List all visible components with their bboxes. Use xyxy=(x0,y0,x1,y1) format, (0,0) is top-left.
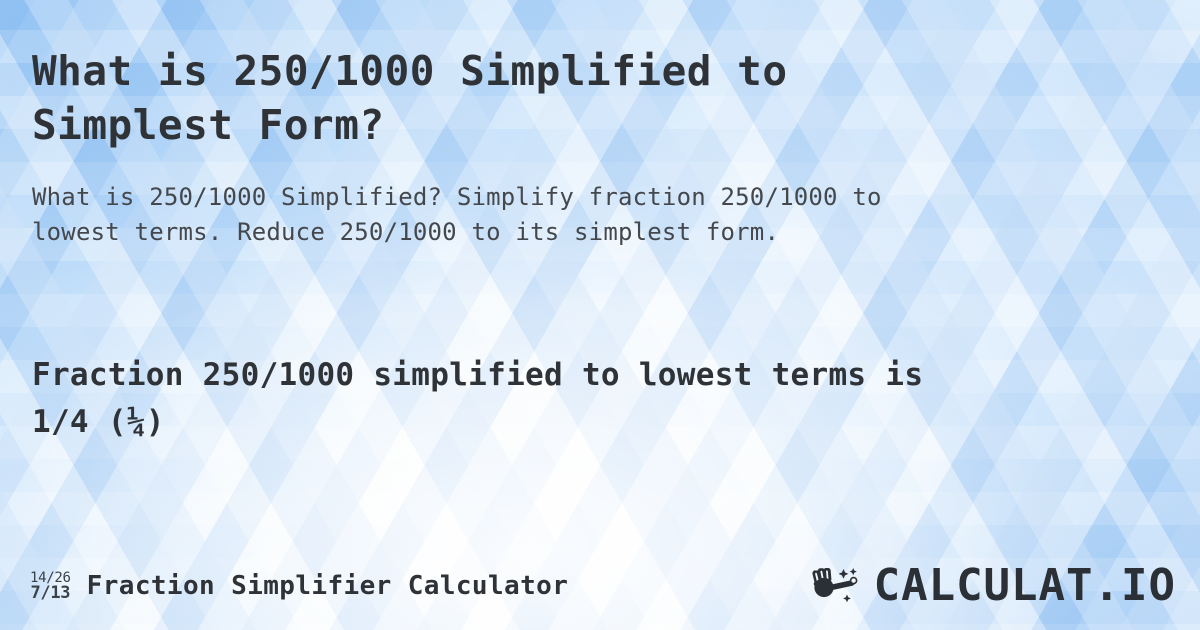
fraction-icon-reduced: 7/13 xyxy=(30,583,71,604)
brand-logo[interactable]: CALCULAT.IO xyxy=(806,561,1176,611)
brand-wordmark: CALCULAT.IO xyxy=(873,560,1176,611)
page-title-line-1: What is 250/1000 Simplified to xyxy=(32,47,788,95)
page-subtitle: What is 250/1000 Simplified? Simplify fr… xyxy=(32,180,1164,250)
og-card: What is 250/1000 Simplified to Simplest … xyxy=(0,0,1200,630)
page-subtitle-line-1: What is 250/1000 Simplified? Simplify fr… xyxy=(32,183,882,212)
footer-title: Fraction Simplifier Calculator xyxy=(86,571,569,601)
content-area: What is 250/1000 Simplified to Simplest … xyxy=(0,0,1200,630)
fraction-reduce-icon: 14/26 7/13 xyxy=(30,569,71,603)
magic-wand-hand-icon xyxy=(806,561,868,611)
page-title: What is 250/1000 Simplified to Simplest … xyxy=(32,44,1032,152)
page-subtitle-line-2: lowest terms. Reduce 250/1000 to its sim… xyxy=(32,218,780,247)
footer: 14/26 7/13 Fraction Simplifier Calculato… xyxy=(0,542,1200,630)
page-title-line-2: Simplest Form? xyxy=(32,101,385,150)
footer-left-group: 14/26 7/13 Fraction Simplifier Calculato… xyxy=(30,569,568,603)
